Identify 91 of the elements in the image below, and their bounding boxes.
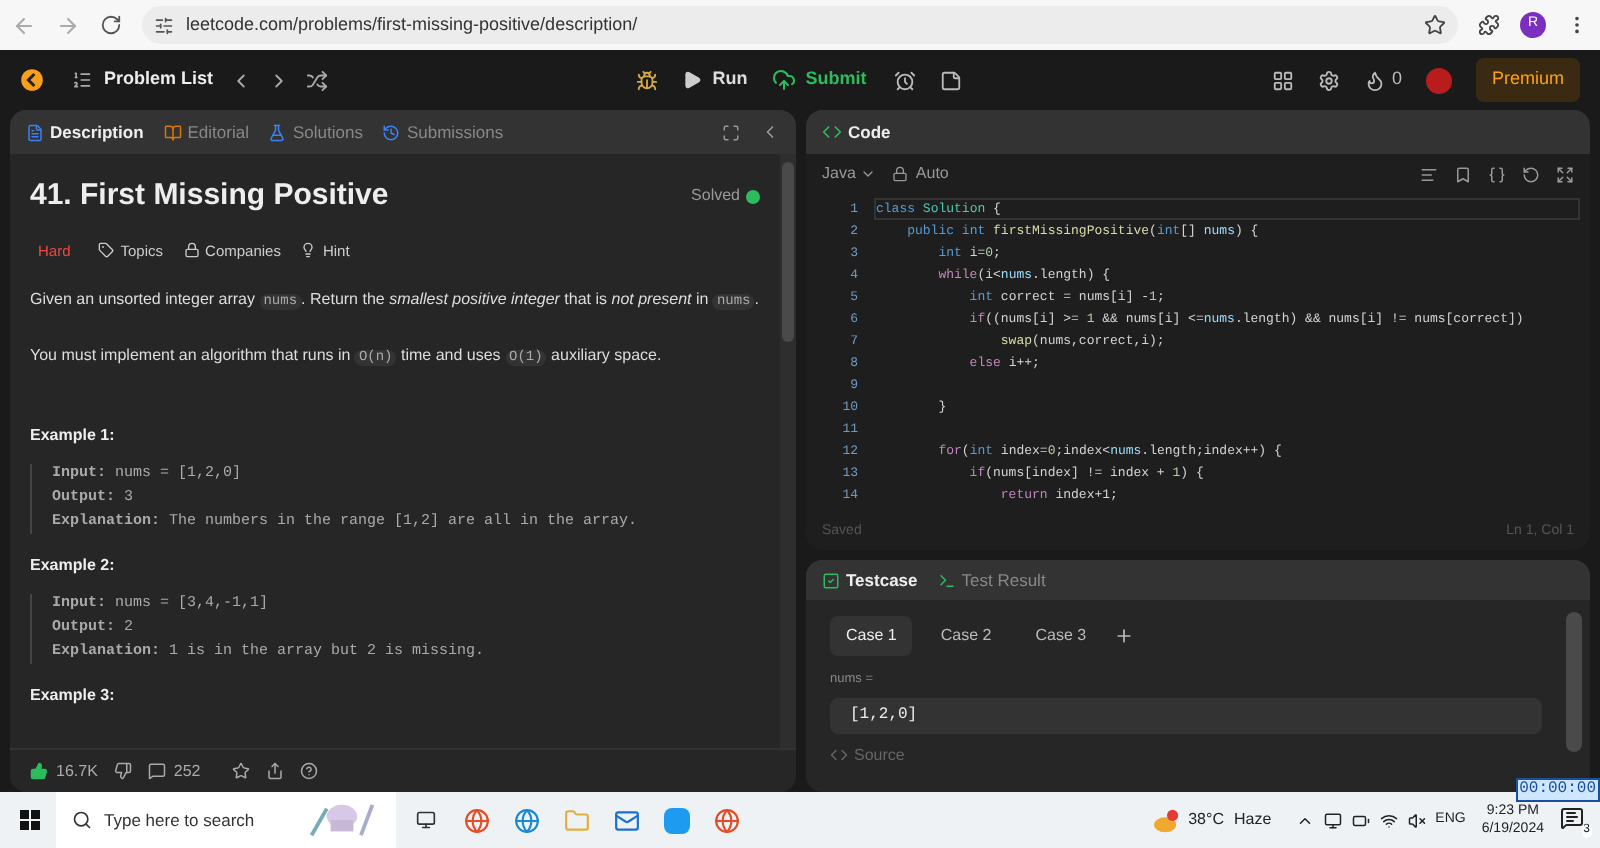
user-avatar[interactable] [1426, 67, 1452, 93]
panel-tab[interactable]: Testcase [822, 567, 918, 593]
panel-tab[interactable]: Editorial [163, 119, 249, 145]
browser-app-icon[interactable] [714, 807, 740, 833]
search-icon [72, 810, 92, 830]
language-select[interactable]: Java [822, 162, 876, 186]
task-view-icon[interactable] [416, 810, 436, 830]
wifi-icon[interactable] [1379, 811, 1398, 829]
like-count: 16.7K [56, 759, 98, 783]
browser-app-icon[interactable] [464, 807, 490, 833]
format-icon[interactable] [1420, 165, 1438, 183]
grid-icon[interactable] [1271, 69, 1294, 91]
maximize-icon[interactable] [722, 123, 740, 141]
help-icon[interactable] [300, 762, 319, 780]
url-text: leetcode.com/problems/first-missing-positive/description/ [186, 11, 638, 38]
fullscreen-icon[interactable] [1556, 165, 1574, 183]
alarm-clock-icon[interactable] [894, 69, 917, 91]
reload-icon[interactable] [100, 14, 122, 36]
timer-overlay: 00:00:00 [1515, 778, 1600, 802]
run-button[interactable]: Run [682, 66, 748, 94]
panel-tab[interactable]: Submissions [382, 119, 504, 145]
notifications-icon[interactable] [1560, 806, 1584, 830]
terminal-icon [937, 571, 956, 589]
case-tab[interactable]: Case 1 [830, 616, 913, 656]
testcase-input[interactable]: [1,2,0] [830, 697, 1542, 734]
checkbox-icon [822, 571, 840, 589]
weather-icon[interactable] [1154, 807, 1181, 833]
comment-icon[interactable] [147, 762, 166, 780]
temperature-text: 38°C [1188, 808, 1224, 832]
example-heading: Example 1: [30, 423, 117, 448]
lock-icon [183, 242, 200, 259]
browser-app-icon[interactable] [514, 807, 540, 833]
chevron-down-icon [859, 166, 876, 182]
solved-status: Solved [691, 184, 740, 209]
auto-mode-label: Auto [915, 162, 949, 186]
share-icon[interactable] [266, 762, 285, 780]
chef-hat-icon [304, 800, 380, 840]
tag-icon [98, 242, 115, 259]
code-icon [822, 122, 842, 142]
note-icon[interactable] [940, 69, 963, 91]
example-heading: Example 3: [30, 683, 117, 708]
shuffle-icon[interactable] [305, 69, 328, 91]
weather-text: Haze [1233, 808, 1272, 832]
settings-icon[interactable] [1317, 69, 1340, 91]
add-case-icon[interactable] [1114, 626, 1135, 646]
document-icon [26, 123, 44, 141]
scrollbar[interactable] [780, 154, 796, 748]
flask-icon [268, 123, 287, 141]
speaker-muted-icon[interactable] [1407, 811, 1426, 829]
premium-button[interactable]: Premium [1476, 58, 1581, 102]
mail-icon[interactable] [614, 807, 640, 833]
extensions-icon[interactable] [1478, 14, 1500, 36]
tray-app-icon[interactable] [1323, 811, 1342, 829]
play-icon [682, 70, 703, 90]
list-icon [72, 70, 92, 90]
bug-icon[interactable] [636, 69, 659, 91]
history-icon [382, 123, 401, 141]
braces-icon[interactable] [1488, 165, 1506, 183]
like-icon[interactable] [30, 762, 48, 780]
lock-icon [891, 166, 908, 182]
panel-tab[interactable]: Test Result [937, 567, 1046, 593]
streak-count: 0 [1391, 66, 1402, 93]
site-settings-icon[interactable] [154, 15, 174, 35]
logo-icon[interactable] [20, 68, 44, 92]
reset-icon[interactable] [1522, 165, 1540, 183]
search-placeholder: Type here to search [104, 807, 255, 833]
scrollbar[interactable] [1566, 612, 1582, 752]
panel-title: Code [848, 119, 891, 145]
submit-button[interactable]: Submit [771, 66, 867, 94]
address-bar[interactable]: leetcode.com/problems/first-missing-positive/description/ [142, 6, 1458, 44]
bookmark-icon[interactable] [1454, 165, 1472, 183]
battery-icon[interactable] [1351, 811, 1370, 829]
taskbar-search-field[interactable]: Type here to search [56, 792, 396, 848]
example-heading: Example 2: [30, 553, 117, 578]
code-icon [830, 746, 848, 765]
problem-list-button[interactable]: Problem List [72, 66, 214, 94]
flame-icon[interactable] [1363, 69, 1386, 91]
panel-tab[interactable]: Description [26, 119, 144, 145]
panel-tab[interactable]: Solutions [268, 119, 363, 145]
dislike-icon[interactable] [113, 762, 132, 780]
problem-title: 41. First Missing Positive [30, 176, 389, 216]
app-icon[interactable] [664, 807, 690, 833]
bookmark-star-icon[interactable] [1424, 14, 1446, 36]
cloud-upload-icon [771, 68, 796, 92]
case-tab[interactable]: Case 2 [924, 616, 1008, 656]
start-icon[interactable] [20, 810, 40, 830]
comment-count: 252 [173, 759, 201, 783]
case-tab[interactable]: Case 3 [1019, 616, 1103, 656]
book-icon [163, 123, 182, 141]
favorite-icon[interactable] [232, 762, 251, 780]
lightbulb-icon [300, 242, 317, 259]
